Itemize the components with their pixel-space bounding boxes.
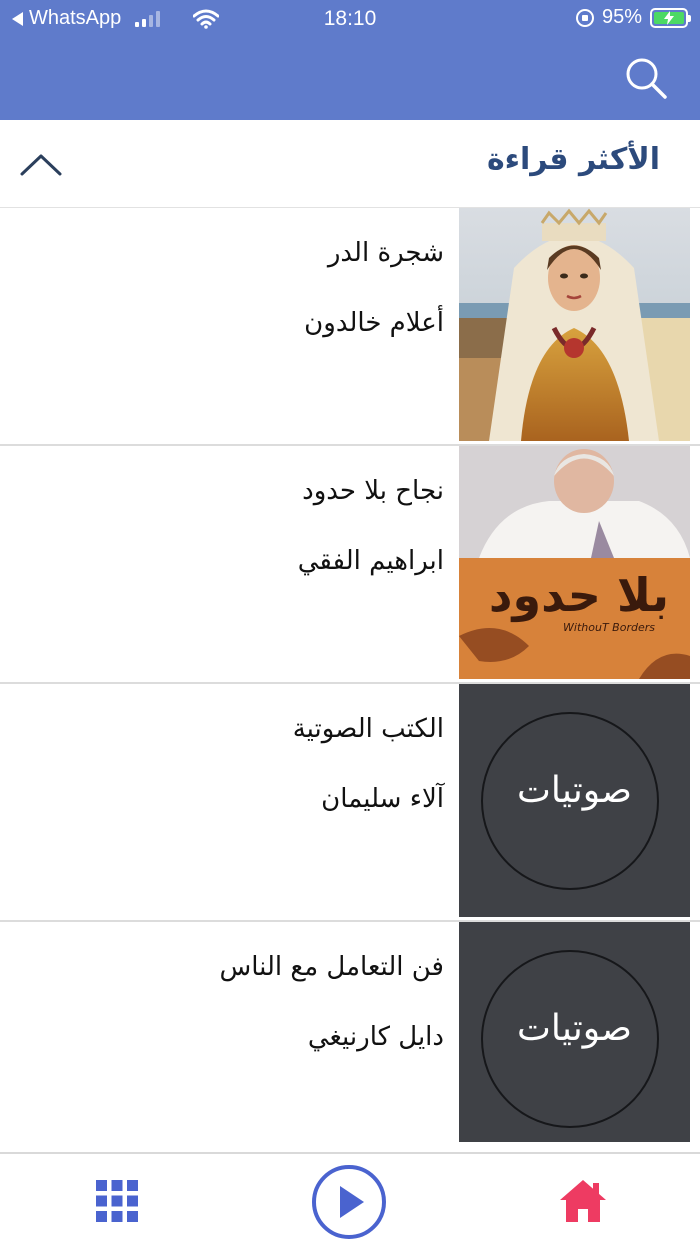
top-bar: WhatsApp 18:10 95%	[0, 0, 700, 120]
audio-cover-label: صوتيات	[517, 770, 632, 811]
book-title: الكتب الصوتية	[292, 714, 444, 744]
battery-percent: 95%	[601, 6, 642, 28]
search-icon[interactable]	[624, 56, 668, 100]
book-author: آلاء سليمان	[321, 784, 444, 814]
section-title: الأكثر قراءة	[486, 142, 660, 177]
book-title: فن التعامل مع الناس	[219, 952, 444, 982]
charging-bolt-icon	[664, 10, 674, 25]
home-icon[interactable]	[558, 1178, 608, 1224]
audio-cover-label: صوتيات	[517, 1008, 632, 1049]
book-author: دايل كارنيغي	[307, 1022, 444, 1052]
audio-cover: صوتيات	[459, 922, 690, 1142]
bila-hudood-cover-image: بلا حدود WithouT Borders	[459, 446, 690, 679]
book-cover: صوتيات	[459, 684, 690, 917]
book-cover: صوتيات	[459, 922, 690, 1142]
status-right: 95%	[575, 6, 691, 29]
orientation-lock-icon	[575, 8, 594, 27]
grid-icon[interactable]	[96, 1180, 138, 1222]
book-list: شجرة الدر أعلام خالدون بلا حدود WithouT …	[0, 208, 700, 1160]
portrait-painting-image	[459, 208, 690, 441]
book-cover: بلا حدود WithouT Borders	[459, 446, 690, 679]
most-read-section-header[interactable]: الأكثر قراءة	[0, 120, 700, 208]
book-title: شجرة الدر	[327, 238, 444, 268]
list-item[interactable]: صوتيات فن التعامل مع الناس دايل كارنيغي	[0, 922, 700, 1160]
list-item[interactable]: شجرة الدر أعلام خالدون	[0, 208, 700, 446]
book-title: نجاح بلا حدود	[302, 476, 444, 506]
cover-title-text: بلا حدود	[489, 568, 669, 622]
battery-icon	[650, 7, 691, 28]
book-author: أعلام خالدون	[304, 308, 444, 338]
cover-subtitle-text: WithouT Borders	[563, 621, 655, 634]
audio-cover: صوتيات	[459, 684, 690, 917]
list-item[interactable]: صوتيات الكتب الصوتية آلاء سليمان	[0, 684, 700, 922]
book-cover	[459, 208, 690, 441]
status-bar: WhatsApp 18:10 95%	[0, 0, 700, 40]
bottom-tab-bar	[0, 1152, 700, 1244]
play-icon[interactable]	[311, 1164, 387, 1240]
list-item[interactable]: بلا حدود WithouT Borders نجاح بلا حدود ا…	[0, 446, 700, 684]
chevron-up-icon[interactable]	[18, 146, 64, 182]
book-author: ابراهيم الفقي	[297, 546, 444, 576]
